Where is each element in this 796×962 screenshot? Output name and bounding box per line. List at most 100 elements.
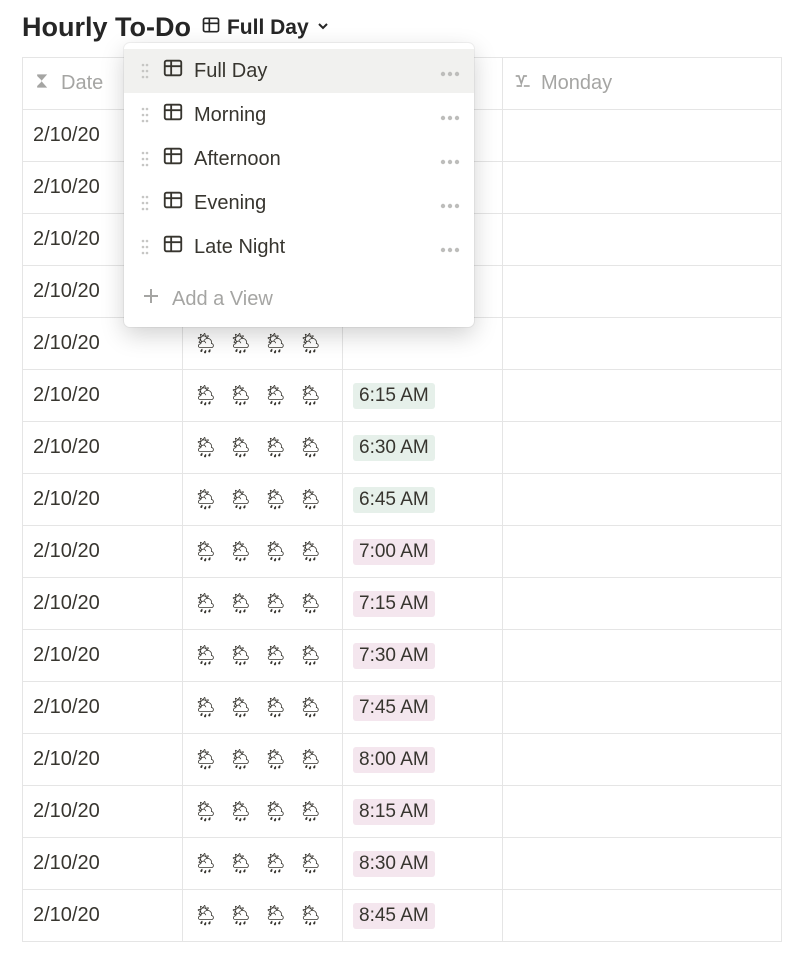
add-view-label: Add a View [172, 288, 273, 311]
date-cell[interactable]: 2/10/20 [23, 578, 183, 630]
monday-cell[interactable] [503, 422, 782, 474]
page-title: Hourly To-Do [22, 12, 191, 43]
time-cell[interactable]: 6:45 AM [343, 474, 503, 526]
monday-cell[interactable] [503, 526, 782, 578]
monday-cell[interactable] [503, 630, 782, 682]
monday-cell[interactable] [503, 890, 782, 942]
more-icon[interactable] [440, 148, 460, 171]
date-cell[interactable]: 2/10/20 [23, 422, 183, 474]
time-of-day-cell[interactable]: 🌦 🌦 🌦 🌦 [183, 734, 343, 786]
date-cell[interactable]: 2/10/20 [23, 526, 183, 578]
monday-cell[interactable] [503, 786, 782, 838]
time-of-day-cell[interactable]: 🌦 🌦 🌦 🌦 [183, 838, 343, 890]
date-cell[interactable]: 2/10/20 [23, 786, 183, 838]
view-option-label: Evening [194, 192, 430, 215]
table-icon [162, 101, 184, 129]
time-of-day-cell[interactable]: 🌦 🌦 🌦 🌦 [183, 630, 343, 682]
time-of-day-cell[interactable]: 🌦 🌦 🌦 🌦 [183, 890, 343, 942]
time-of-day-cell[interactable]: 🌦 🌦 🌦 🌦 [183, 578, 343, 630]
view-selector[interactable]: Full Day [201, 15, 331, 41]
table-row: 2/10/20🌦 🌦 🌦 🌦7:00 AM [23, 526, 782, 578]
view-option-label: Full Day [194, 60, 430, 83]
date-cell[interactable]: 2/10/20 [23, 682, 183, 734]
view-option[interactable]: Morning [124, 93, 474, 137]
monday-cell[interactable] [503, 474, 782, 526]
monday-cell[interactable] [503, 214, 782, 266]
time-of-day-cell[interactable]: 🌦 🌦 🌦 🌦 [183, 786, 343, 838]
time-chip: 8:15 AM [353, 799, 435, 825]
plus-icon [142, 287, 160, 311]
time-of-day-cell[interactable]: 🌦 🌦 🌦 🌦 [183, 526, 343, 578]
time-cell[interactable]: 8:15 AM [343, 786, 503, 838]
table-row: 2/10/20🌦 🌦 🌦 🌦6:45 AM [23, 474, 782, 526]
time-cell[interactable]: 7:30 AM [343, 630, 503, 682]
monday-cell[interactable] [503, 838, 782, 890]
date-cell[interactable]: 2/10/20 [23, 370, 183, 422]
monday-cell[interactable] [503, 734, 782, 786]
time-cell[interactable]: 8:00 AM [343, 734, 503, 786]
drag-handle-icon[interactable] [138, 63, 152, 79]
text-icon [513, 71, 533, 97]
more-icon[interactable] [440, 236, 460, 259]
monday-cell[interactable] [503, 162, 782, 214]
time-chip: 7:15 AM [353, 591, 435, 617]
view-option[interactable]: Full Day [124, 49, 474, 93]
date-cell[interactable]: 2/10/20 [23, 734, 183, 786]
time-cell[interactable]: 7:45 AM [343, 682, 503, 734]
table-row: 2/10/20🌦 🌦 🌦 🌦 8:15 AM [23, 786, 782, 838]
time-chip: 8:45 AM [353, 903, 435, 929]
monday-cell[interactable] [503, 110, 782, 162]
time-chip: 6:30 AM [353, 435, 435, 461]
date-cell[interactable]: 2/10/20 [23, 474, 183, 526]
table-row: 2/10/20🌦 🌦 🌦 🌦 8:45 AM [23, 890, 782, 942]
time-cell[interactable]: 7:15 AM [343, 578, 503, 630]
column-header-monday[interactable]: Monday [503, 58, 782, 110]
view-option[interactable]: Evening [124, 181, 474, 225]
drag-handle-icon[interactable] [138, 195, 152, 211]
add-view-button[interactable]: Add a View [124, 275, 474, 321]
view-option[interactable]: Afternoon [124, 137, 474, 181]
time-of-day-cell[interactable]: 🌦 🌦 🌦 🌦 [183, 370, 343, 422]
drag-handle-icon[interactable] [138, 151, 152, 167]
time-cell[interactable]: 8:45 AM [343, 890, 503, 942]
views-dropdown: Full Day Morning Afternoon Evening Late Nigh… [124, 43, 474, 327]
column-header-label: Monday [541, 72, 612, 95]
table-row: 2/10/20🌦 🌦 🌦 🌦8:30 AM [23, 838, 782, 890]
drag-handle-icon[interactable] [138, 239, 152, 255]
time-of-day-cell[interactable]: 🌦 🌦 🌦 🌦 [183, 474, 343, 526]
view-option[interactable]: Late Night [124, 225, 474, 269]
date-cell[interactable]: 2/10/20 [23, 630, 183, 682]
table-icon [162, 145, 184, 173]
time-chip: 7:30 AM [353, 643, 435, 669]
column-header-label: Date [61, 72, 103, 95]
table-icon [162, 57, 184, 85]
table-row: 2/10/20🌦 🌦 🌦 🌦 6:30 AM [23, 422, 782, 474]
view-option-label: Morning [194, 104, 430, 127]
time-cell[interactable]: 7:00 AM [343, 526, 503, 578]
time-cell[interactable]: 8:30 AM [343, 838, 503, 890]
table-row: 2/10/20🌦 🌦 🌦 🌦 7:45 AM [23, 682, 782, 734]
table-icon [162, 189, 184, 217]
time-chip: 8:00 AM [353, 747, 435, 773]
monday-cell[interactable] [503, 266, 782, 318]
drag-handle-icon[interactable] [138, 107, 152, 123]
time-cell[interactable]: 6:15 AM [343, 370, 503, 422]
table-row: 2/10/20🌦 🌦 🌦 🌦6:15 AM [23, 370, 782, 422]
more-icon[interactable] [440, 192, 460, 215]
monday-cell[interactable] [503, 578, 782, 630]
monday-cell[interactable] [503, 318, 782, 370]
time-chip: 7:45 AM [353, 695, 435, 721]
more-icon[interactable] [440, 104, 460, 127]
chevron-down-icon [315, 16, 331, 40]
more-icon[interactable] [440, 60, 460, 83]
monday-cell[interactable] [503, 370, 782, 422]
time-of-day-cell[interactable]: 🌦 🌦 🌦 🌦 [183, 682, 343, 734]
current-view-label: Full Day [227, 16, 309, 40]
time-of-day-cell[interactable]: 🌦 🌦 🌦 🌦 [183, 422, 343, 474]
time-cell[interactable]: 6:30 AM [343, 422, 503, 474]
date-cell[interactable]: 2/10/20 [23, 838, 183, 890]
table-row: 2/10/20🌦 🌦 🌦 🌦 7:30 AM [23, 630, 782, 682]
date-cell[interactable]: 2/10/20 [23, 890, 183, 942]
monday-cell[interactable] [503, 682, 782, 734]
table-row: 2/10/20🌦 🌦 🌦 🌦 7:15 AM [23, 578, 782, 630]
